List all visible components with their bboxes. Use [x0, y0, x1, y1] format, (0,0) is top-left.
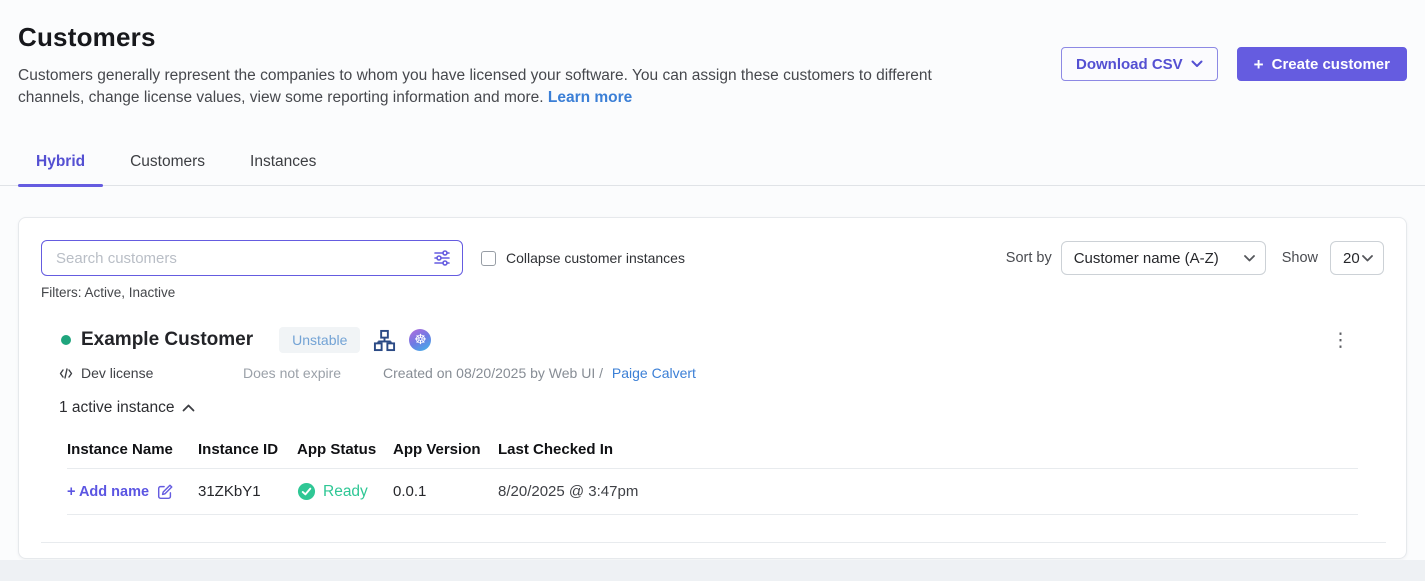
filter-sliders-icon[interactable] — [432, 248, 452, 273]
sort-by-label: Sort by — [1006, 250, 1052, 266]
license-type: Dev license — [59, 365, 243, 381]
show-label: Show — [1282, 250, 1318, 266]
instance-id-value: 31ZKbY1 — [198, 483, 297, 500]
col-instance-id: Instance ID — [198, 441, 297, 458]
create-customer-label: Create customer — [1272, 56, 1390, 73]
active-filters-text: Filters: Active, Inactive — [41, 285, 1384, 300]
collapse-checkbox[interactable] — [481, 251, 496, 266]
customer-block-divider — [41, 542, 1386, 543]
col-last-checked-in: Last Checked In — [498, 441, 1358, 458]
license-created: Created on 08/20/2025 by Web UI / Paige … — [383, 365, 696, 381]
instances-summary: 1 active instance — [59, 399, 174, 417]
page-bottom-background — [0, 560, 1425, 581]
instances-toggle[interactable]: 1 active instance — [59, 399, 1384, 417]
customer-type-icons: ☸ — [373, 329, 431, 352]
kubernetes-icon: ☸ — [409, 329, 431, 351]
show-select[interactable]: 20 — [1330, 241, 1384, 275]
app-status-cell: Ready — [297, 482, 393, 501]
code-icon — [59, 367, 73, 380]
check-circle-icon — [297, 482, 316, 501]
chevron-up-icon — [182, 404, 195, 412]
channel-badge: Unstable — [279, 327, 360, 353]
download-csv-button[interactable]: Download CSV — [1061, 47, 1218, 81]
created-by-link[interactable]: Paige Calvert — [612, 365, 696, 381]
col-app-version: App Version — [393, 441, 498, 458]
description-text: Customers generally represent the compan… — [18, 67, 932, 106]
app-version-value: 0.0.1 — [393, 483, 498, 500]
created-text: Created on 08/20/2025 by Web UI / — [383, 365, 603, 381]
toolbar-right: Sort by Customer name (A-Z) Show 20 — [1006, 241, 1384, 275]
download-csv-label: Download CSV — [1076, 56, 1183, 73]
col-instance-name: Instance Name — [67, 441, 198, 458]
chevron-down-icon — [1362, 255, 1373, 262]
collapse-label: Collapse customer instances — [506, 250, 685, 266]
customers-card: Collapse customer instances Sort by Cust… — [18, 217, 1407, 559]
tab-customers[interactable]: Customers — [112, 153, 223, 185]
show-select-value: 20 — [1343, 250, 1360, 267]
plus-icon: + — [1254, 56, 1264, 73]
tab-hybrid[interactable]: Hybrid — [18, 153, 103, 185]
customer-name[interactable]: Example Customer — [81, 329, 253, 351]
app-status-value: Ready — [323, 483, 368, 501]
edit-icon[interactable] — [156, 483, 174, 501]
license-row: Dev license Does not expire Created on 0… — [59, 365, 1384, 381]
last-checked-in-value: 8/20/2025 @ 3:47pm — [498, 483, 1358, 500]
add-name-label: + Add name — [67, 484, 149, 500]
kebab-menu-icon[interactable]: ⋮ — [1327, 329, 1354, 351]
search-input[interactable] — [41, 240, 463, 276]
chevron-down-icon — [1244, 255, 1255, 262]
tab-instances[interactable]: Instances — [232, 153, 334, 185]
add-instance-name-button[interactable]: + Add name — [67, 483, 198, 501]
col-app-status: App Status — [297, 441, 393, 458]
customer-row-header: Example Customer Unstable ☸ ⋮ — [61, 327, 1384, 353]
license-expiry: Does not expire — [243, 365, 383, 381]
page-description: Customers generally represent the compan… — [18, 65, 983, 109]
license-type-label: Dev license — [81, 365, 153, 381]
search-wrap — [41, 240, 463, 276]
collapse-instances-toggle[interactable]: Collapse customer instances — [481, 250, 685, 266]
toolbar: Collapse customer instances Sort by Cust… — [41, 240, 1384, 276]
customers-page: Customers Customers generally represent … — [0, 0, 1425, 581]
instances-table-header: Instance Name Instance ID App Status App… — [67, 433, 1358, 469]
instance-row: + Add name 31ZKbY1 Ready — [67, 469, 1358, 515]
chevron-down-icon — [1191, 60, 1203, 68]
active-status-dot — [61, 335, 71, 345]
header-actions: Download CSV + Create customer — [1061, 47, 1407, 81]
instances-table: Instance Name Instance ID App Status App… — [67, 433, 1358, 515]
tab-bar: Hybrid Customers Instances — [0, 153, 1425, 186]
page-header: Customers Customers generally represent … — [0, 0, 1425, 109]
sort-select[interactable]: Customer name (A-Z) — [1061, 241, 1266, 275]
sitemap-icon — [373, 329, 396, 352]
learn-more-link[interactable]: Learn more — [548, 89, 632, 106]
sort-select-value: Customer name (A-Z) — [1074, 250, 1219, 267]
create-customer-button[interactable]: + Create customer — [1237, 47, 1407, 81]
